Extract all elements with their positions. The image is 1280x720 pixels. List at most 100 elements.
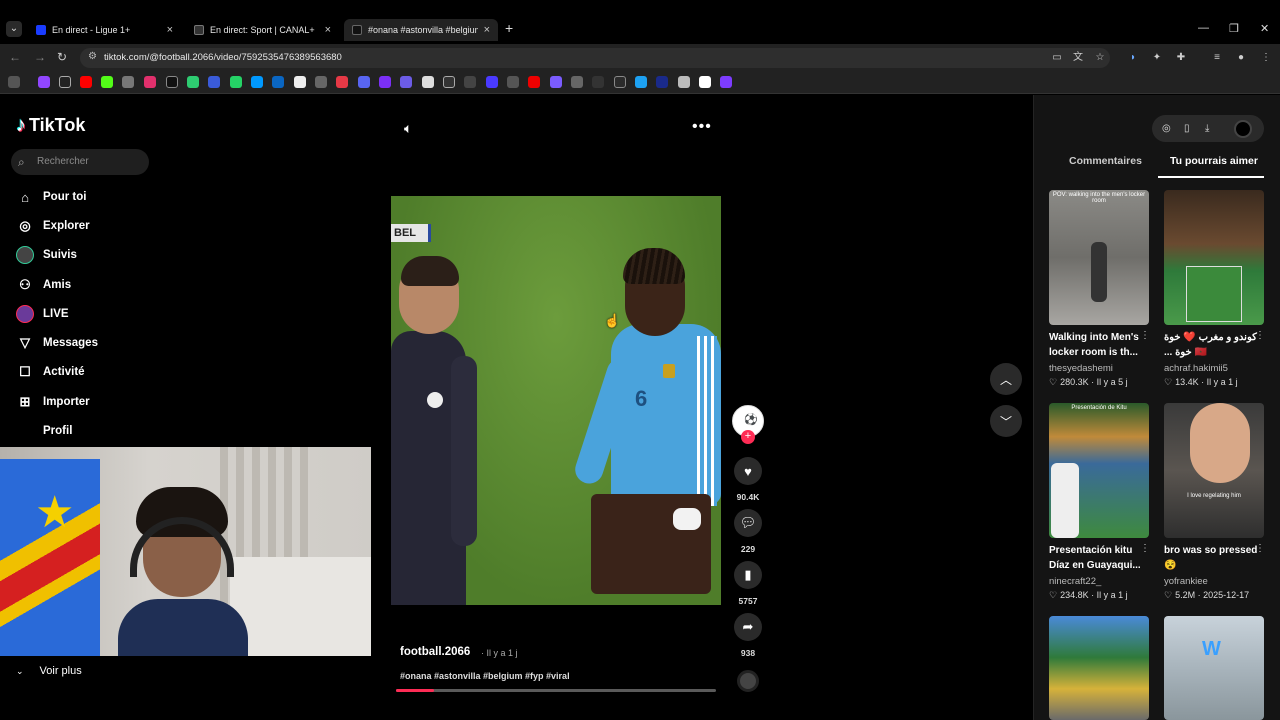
install-app-icon[interactable]: ▭ [1050, 51, 1064, 65]
bookmark-icon[interactable] [507, 76, 519, 88]
browser-tab-tiktok[interactable]: #onana #astonvilla #belgium # × [344, 19, 498, 41]
bookmark-icon[interactable] [187, 76, 199, 88]
extension-icon[interactable]: ✦ [1150, 51, 1164, 65]
bookmark-icon[interactable] [122, 76, 134, 88]
bookmark-discord-icon[interactable] [358, 76, 370, 88]
creator-avatar[interactable]: ⚽ + [732, 405, 764, 444]
extensions-puzzle-icon[interactable]: ✚ [1174, 51, 1188, 65]
card-more-icon[interactable]: ⋮ [1255, 543, 1265, 554]
video-card-title[interactable]: bro was so pressed 😵 [1164, 543, 1260, 573]
video-card-user[interactable]: yofrankiee [1164, 576, 1208, 587]
bookmark-icon[interactable] [336, 76, 348, 88]
media-control-icon[interactable]: ≡ [1210, 51, 1224, 65]
bookmark-youtube-icon[interactable] [80, 76, 92, 88]
sidebar-item-activite[interactable]: ☐ Activité [16, 362, 84, 382]
card-more-icon[interactable]: ⋮ [1140, 330, 1150, 341]
music-disc-icon[interactable] [737, 670, 759, 692]
bookmark-whatsapp-icon[interactable] [230, 76, 242, 88]
video-progress-track[interactable] [396, 689, 716, 692]
see-more-button[interactable]: ⌄ Voir plus [16, 665, 82, 677]
video-card-title[interactable]: Presentación kitu Díaz en Guayaqui... [1049, 543, 1145, 573]
bookmark-icon[interactable] [315, 76, 327, 88]
bookmark-icon[interactable] [635, 76, 647, 88]
bookmark-icon[interactable] [208, 76, 220, 88]
bookmark-icon[interactable] [528, 76, 540, 88]
bookmark-icon[interactable] [592, 76, 604, 88]
bookmark-icon[interactable] [678, 76, 690, 88]
browser-tab-ligue1[interactable]: En direct - Ligue 1+ × [28, 19, 181, 41]
comment-button[interactable]: 💬︎ [734, 509, 762, 537]
new-tab-button[interactable]: + [505, 20, 513, 36]
url-text[interactable]: tiktok.com/@football.2066/video/75925354… [104, 52, 342, 63]
bookmark-instagram-icon[interactable] [144, 76, 156, 88]
video-card-title[interactable]: Walking into Men's locker room is th... [1049, 330, 1145, 360]
bookmark-twitch-icon[interactable] [38, 76, 50, 88]
bookmark-linkedin-icon[interactable] [272, 76, 284, 88]
bookmark-icon[interactable] [550, 76, 562, 88]
bookmark-icon[interactable] [614, 76, 626, 88]
bookmark-icon[interactable] [379, 76, 391, 88]
like-button[interactable]: ♥ [734, 457, 762, 485]
voice-icon[interactable]: ◗ [1126, 51, 1140, 65]
save-button[interactable]: ▮ [734, 561, 762, 589]
profile-icon[interactable]: ● [1234, 51, 1248, 65]
previous-video-button[interactable]: ︿ [990, 363, 1022, 395]
bookmark-icon[interactable] [656, 76, 668, 88]
bookmark-icon[interactable] [251, 76, 263, 88]
video-card-thumbnail[interactable] [1049, 616, 1149, 720]
sidebar-item-profil[interactable]: Profil [16, 421, 72, 441]
bookmark-info-icon[interactable] [294, 76, 306, 88]
follow-plus-icon[interactable]: + [741, 430, 755, 444]
video-card-thumbnail[interactable]: POV: walking into the men's locker room [1049, 190, 1149, 325]
close-window-icon[interactable]: ✕ [1260, 22, 1269, 35]
video-card-title[interactable]: كوندو و مغرب ❤️ خوة 🇲🇦 خوة ... [1164, 330, 1260, 360]
minimize-icon[interactable]: — [1198, 22, 1209, 34]
bookmark-icon[interactable] [422, 76, 434, 88]
video-card-thumbnail[interactable] [1164, 190, 1264, 325]
close-tab-icon[interactable]: × [484, 24, 490, 36]
next-video-button[interactable]: ﹀ [990, 405, 1022, 437]
bookmark-icon[interactable] [443, 76, 455, 88]
sidebar-item-suivis[interactable]: Suivis [16, 245, 77, 265]
bookmark-icon[interactable] [720, 76, 732, 88]
video-card-thumbnail[interactable]: I love regelating him [1164, 403, 1264, 538]
bookmark-icon[interactable] [486, 76, 498, 88]
video-card-user[interactable]: thesyedashemi [1049, 363, 1113, 374]
reload-icon[interactable]: ↻ [57, 50, 67, 64]
share-button[interactable]: ➦ [734, 613, 762, 641]
bookmark-star-icon[interactable]: ☆ [1093, 51, 1107, 65]
close-tab-icon[interactable]: × [167, 24, 173, 36]
back-icon[interactable]: ← [9, 50, 21, 64]
video-card-thumbnail[interactable]: Presentación de Kitu [1049, 403, 1149, 538]
tab-comments[interactable]: Commentaires [1069, 155, 1142, 167]
video-author[interactable]: football.2066 [400, 646, 470, 658]
volume-icon[interactable]: 🔈︎ [404, 120, 412, 137]
tiktok-logo[interactable]: ♪ TikTok [16, 114, 85, 137]
more-options-icon[interactable]: ••• [692, 118, 712, 136]
bookmark-icon[interactable] [464, 76, 476, 88]
site-info-icon[interactable]: ⚙ [88, 51, 100, 63]
bookmark-icon[interactable] [400, 76, 412, 88]
video-card-user[interactable]: achraf.hakimii5 [1164, 363, 1228, 374]
sidebar-item-messages[interactable]: ▽ Messages [16, 333, 98, 353]
sidebar-item-pour-toi[interactable]: ⌂ Pour toi [16, 187, 86, 207]
sidebar-item-amis[interactable]: ⚇ Amis [16, 275, 71, 295]
browser-menu-icon[interactable]: ⋮ [1259, 51, 1273, 65]
card-more-icon[interactable]: ⋮ [1255, 330, 1265, 341]
sidebar-item-explorer[interactable]: ◎ Explorer [16, 216, 89, 236]
bookmark-x-icon[interactable] [59, 76, 71, 88]
close-tab-icon[interactable]: × [325, 24, 331, 36]
download-icon[interactable]: ⤓ [1205, 123, 1209, 134]
card-more-icon[interactable]: ⋮ [1140, 543, 1150, 554]
maximize-icon[interactable]: ❐ [1229, 22, 1239, 35]
account-avatar[interactable] [1234, 120, 1252, 138]
tab-you-may-like[interactable]: Tu pourrais aimer [1170, 155, 1258, 167]
device-icon[interactable]: ▯ [1184, 123, 1190, 134]
bookmark-tiktok-icon[interactable] [166, 76, 178, 88]
tab-search-button[interactable]: ⌄ [6, 21, 22, 37]
forward-icon[interactable]: → [34, 50, 46, 64]
sidebar-item-importer[interactable]: ⊞ Importer [16, 392, 90, 412]
sidebar-item-live[interactable]: LIVE [16, 304, 69, 324]
bookmark-kick-icon[interactable] [101, 76, 113, 88]
video-player[interactable]: BEL 6 [391, 196, 721, 605]
